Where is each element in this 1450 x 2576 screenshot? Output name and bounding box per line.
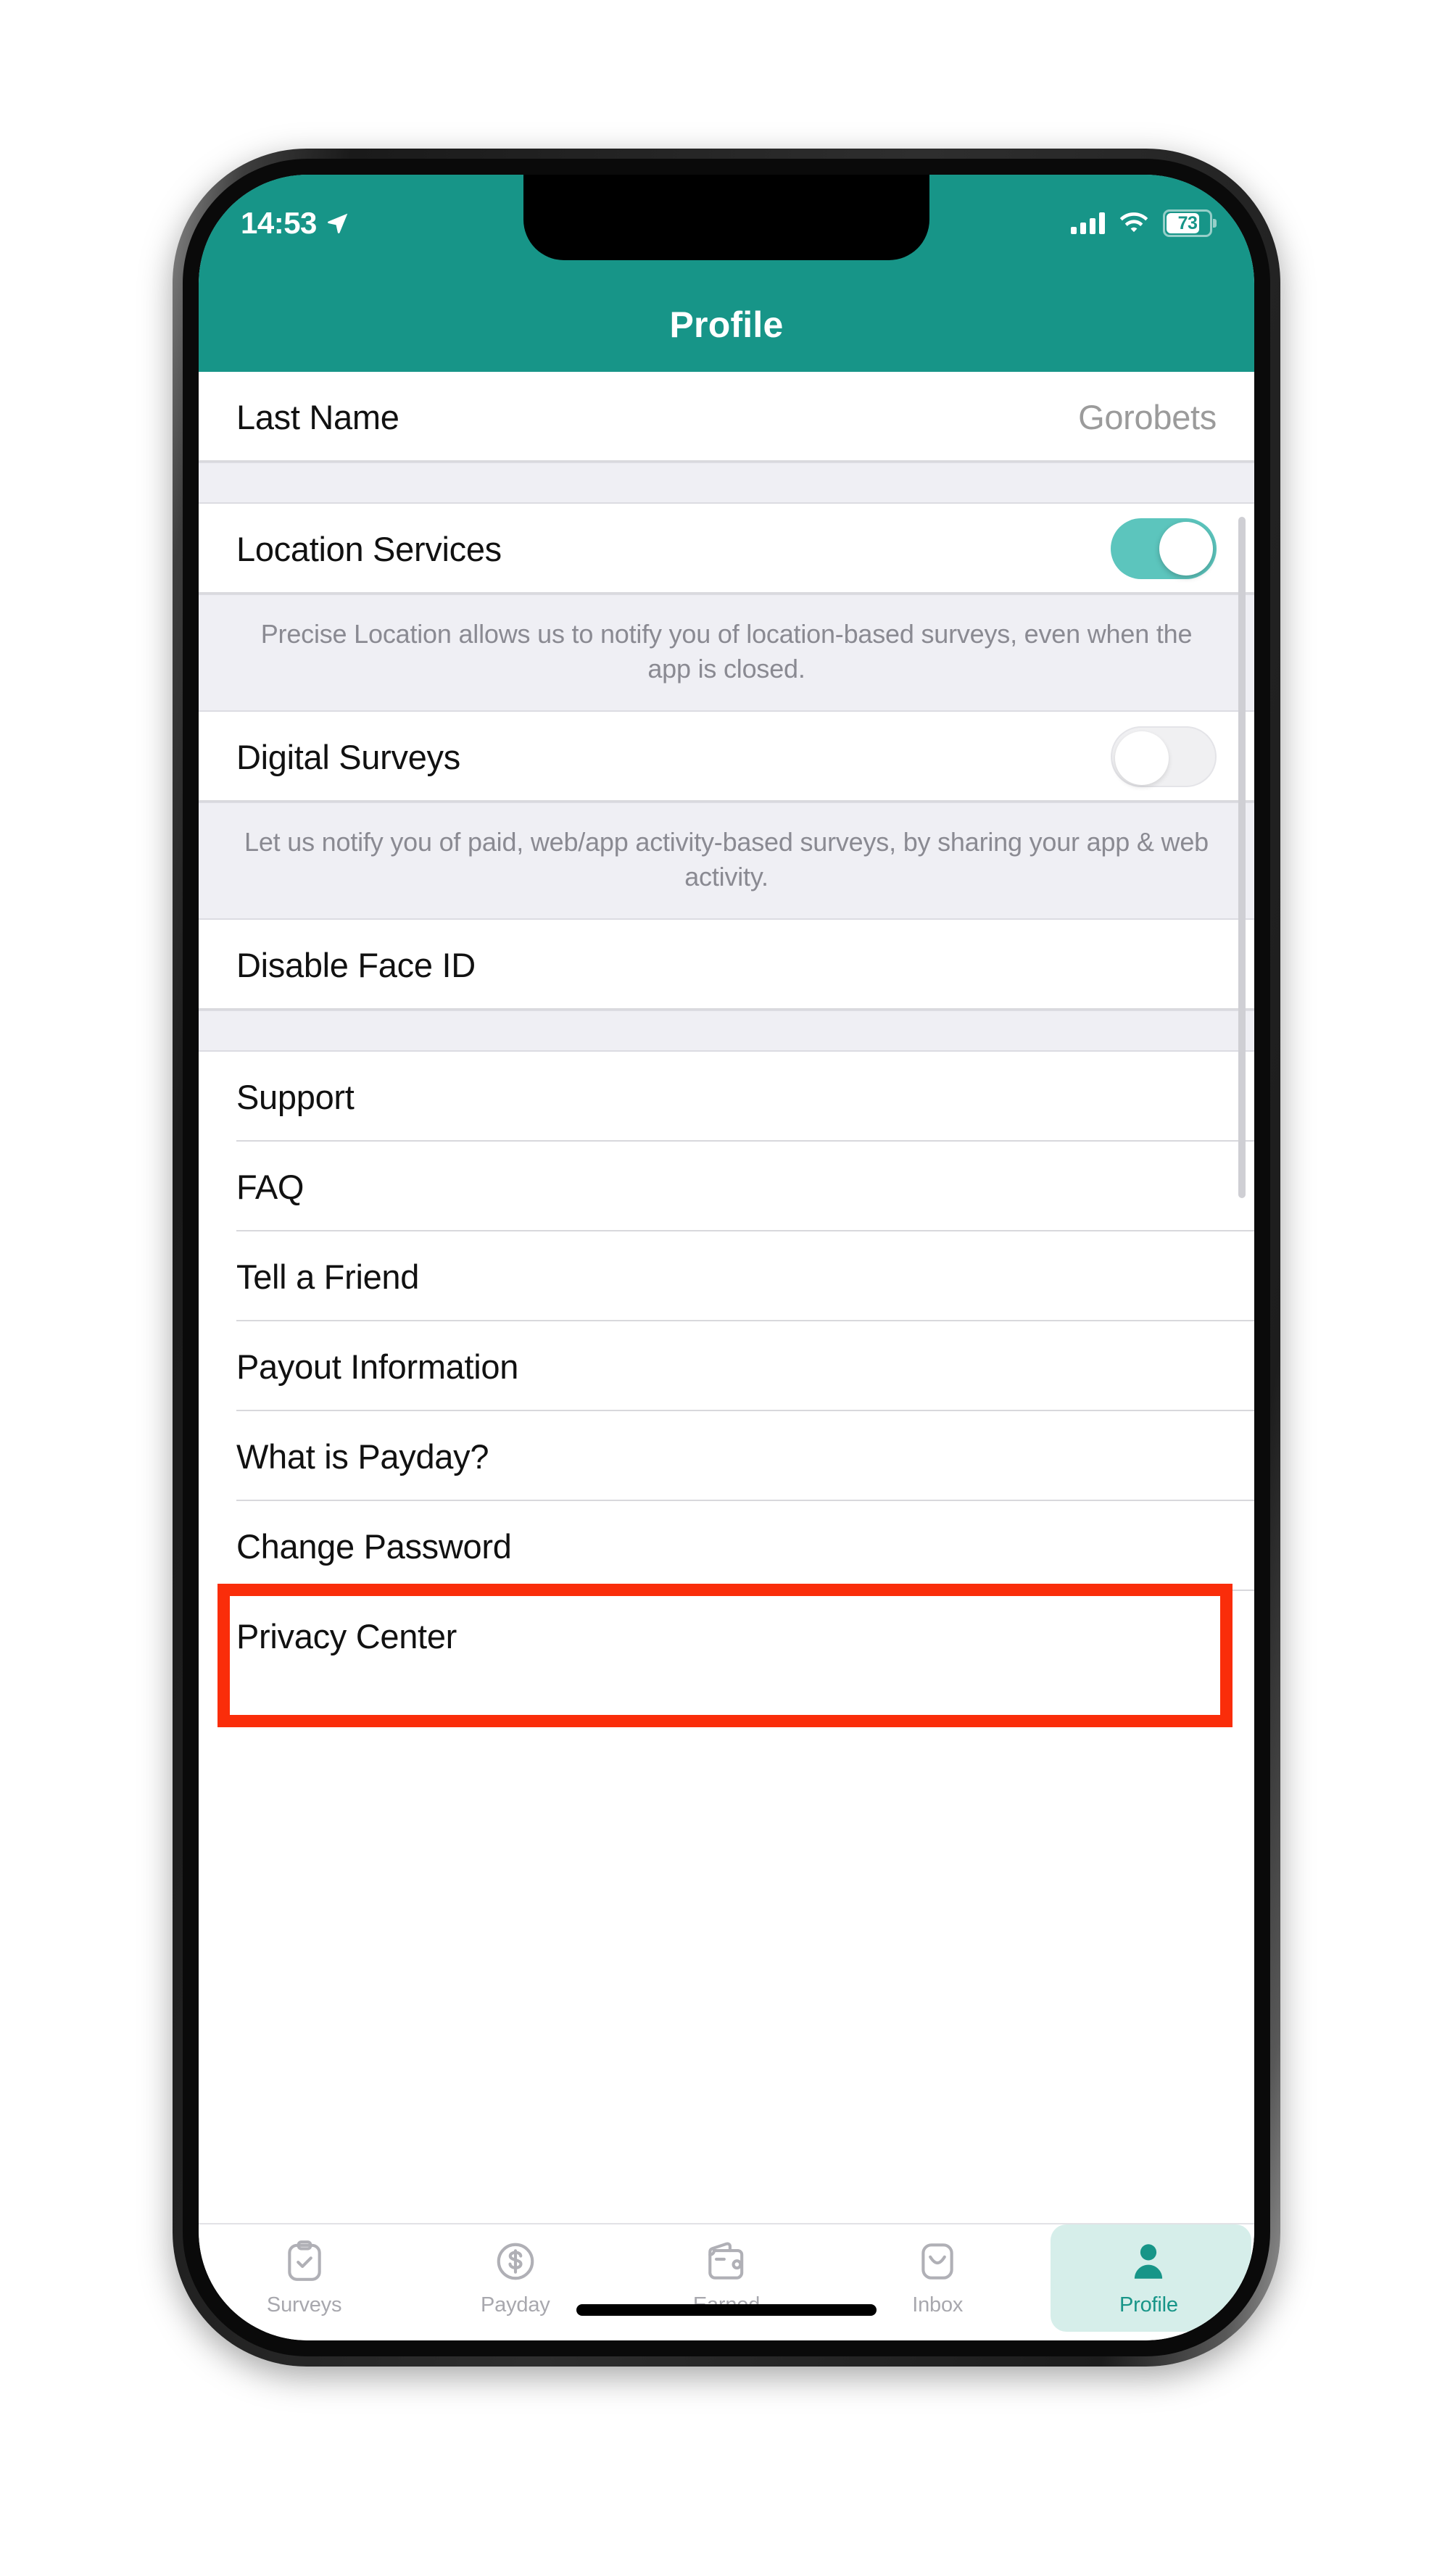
device-notch: [523, 175, 929, 260]
location-services-footnote: Precise Location allows us to notify you…: [199, 594, 1254, 712]
person-icon: [1126, 2239, 1171, 2288]
status-bar-right: 73: [1071, 209, 1217, 237]
section-gap: [199, 1010, 1254, 1052]
bottom-tab-bar: Surveys Payday Inbox Profile: [199, 2223, 1254, 2340]
list-row-digital-surveys[interactable]: Digital Surveys: [199, 712, 1254, 802]
person-glyph: [1135, 2244, 1163, 2279]
tab-label: Surveys: [266, 2293, 342, 2317]
row-label: What is Payday?: [236, 1437, 489, 1476]
row-label: Location Services: [236, 529, 502, 568]
status-bar-left: 14:53: [241, 206, 350, 241]
vertical-scrollbar[interactable]: [1238, 517, 1246, 1198]
row-label: Tell a Friend: [236, 1257, 420, 1296]
tab-surveys[interactable]: Surveys: [199, 2224, 410, 2332]
tab-label: Payday: [481, 2293, 550, 2317]
page-title: Profile: [669, 304, 784, 345]
clipboard-check-icon: [282, 2239, 327, 2288]
row-label: Disable Face ID: [236, 945, 476, 984]
settings-list[interactable]: Last Name Gorobets Location Services Pre…: [199, 372, 1254, 2224]
row-label: Support: [236, 1077, 355, 1116]
phone-device-frame: Profile 14:53 73 Last Name Gorobets Loca…: [173, 149, 1280, 2367]
list-row-change-password[interactable]: Change Password: [199, 1501, 1254, 1592]
row-label: Payout Information: [236, 1347, 519, 1386]
list-row-last-name[interactable]: Last Name Gorobets: [199, 372, 1254, 462]
row-divider: [199, 1008, 1254, 1010]
row-label: FAQ: [236, 1167, 304, 1206]
row-label: Privacy Center: [236, 1616, 457, 1655]
phone-screen: Profile 14:53 73 Last Name Gorobets Loca…: [199, 175, 1254, 2340]
list-row-disable-face-id[interactable]: Disable Face ID: [199, 920, 1254, 1010]
battery-icon: 73: [1163, 209, 1217, 237]
home-indicator[interactable]: [576, 2304, 877, 2316]
location-services-toggle[interactable]: [1111, 518, 1217, 579]
list-row-support[interactable]: Support: [199, 1052, 1254, 1142]
row-label: Change Password: [236, 1526, 512, 1566]
row-value: Gorobets: [1078, 397, 1217, 436]
row-divider: [199, 592, 1254, 594]
location-arrow-icon: [328, 213, 348, 233]
screen-bezel: Profile 14:53 73 Last Name Gorobets Loca…: [199, 175, 1254, 2340]
list-row-privacy-center[interactable]: Privacy Center: [199, 1591, 1254, 1682]
row-divider: [199, 460, 1254, 462]
list-row-location-services[interactable]: Location Services: [199, 504, 1254, 594]
row-label: Digital Surveys: [236, 737, 460, 776]
toggle-knob: [1115, 731, 1169, 786]
digital-surveys-toggle[interactable]: [1111, 726, 1217, 788]
dollar-circle-icon: [493, 2239, 538, 2288]
row-divider: [199, 800, 1254, 802]
toggle-knob: [1159, 522, 1213, 576]
status-bar-time: 14:53: [241, 206, 317, 240]
wifi-icon: [1119, 212, 1148, 233]
battery-level-label: 73: [1177, 212, 1198, 233]
envelope-icon: [915, 2239, 960, 2288]
wallet-icon: [704, 2239, 749, 2288]
row-label: Last Name: [236, 397, 399, 436]
tab-profile[interactable]: Profile: [1043, 2224, 1254, 2332]
tab-label: Inbox: [912, 2293, 964, 2317]
list-row-payout-information[interactable]: Payout Information: [199, 1321, 1254, 1412]
tab-label: Profile: [1119, 2293, 1178, 2317]
section-gap: [199, 462, 1254, 504]
list-row-what-is-payday[interactable]: What is Payday?: [199, 1411, 1254, 1502]
list-row-faq[interactable]: FAQ: [199, 1142, 1254, 1232]
digital-surveys-footnote: Let us notify you of paid, web/app activ…: [199, 802, 1254, 921]
list-row-tell-a-friend[interactable]: Tell a Friend: [199, 1231, 1254, 1322]
cellular-signal-icon: [1071, 212, 1105, 234]
